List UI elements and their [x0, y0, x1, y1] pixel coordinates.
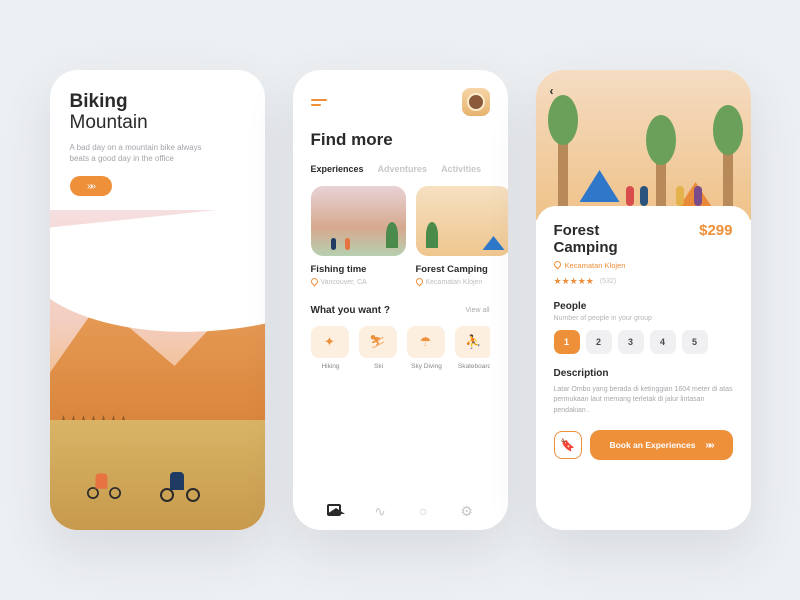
ski-icon: ⛷: [369, 334, 386, 350]
nav-activity[interactable]: ∿: [374, 503, 386, 520]
continue-button[interactable]: »»: [70, 176, 112, 196]
screen-home: Find more Experiences Adventures Activit…: [293, 70, 508, 530]
category-skateboard[interactable]: ⛹ Skateboard: [455, 326, 490, 370]
card-location: Vancouver, CA: [311, 278, 406, 287]
pin-icon: [311, 278, 318, 287]
rating: ★★★★★ (532): [554, 276, 733, 287]
skateboard-icon: ⛹: [465, 334, 481, 350]
book-button[interactable]: Book an Experiences »»: [590, 430, 733, 460]
nav-home[interactable]: [327, 503, 341, 520]
people-heading: People: [554, 301, 733, 312]
section-heading: What you want ?: [311, 305, 390, 316]
card-title: Forest Camping: [416, 264, 508, 275]
view-all-link[interactable]: View all: [466, 307, 490, 314]
tab-adventures[interactable]: Adventures: [378, 164, 428, 174]
nav-search[interactable]: ○: [419, 503, 427, 520]
people-subheading: Number of people in your group: [554, 315, 733, 322]
hiking-icon: ✦: [324, 334, 335, 350]
chevrons-right-icon: »»: [705, 440, 712, 451]
page-title: Find more: [311, 130, 490, 150]
tab-experiences[interactable]: Experiences: [311, 164, 364, 174]
biking-illustration: [50, 210, 265, 530]
home-icon: [327, 504, 341, 516]
price: $299: [699, 222, 732, 239]
chevrons-right-icon: »»: [87, 181, 94, 192]
pin-icon: [554, 261, 561, 270]
tab-activities[interactable]: Activities: [441, 164, 481, 174]
people-option-1[interactable]: 1: [554, 330, 580, 354]
detail-hero-illustration: ‹: [536, 70, 751, 220]
pin-icon: [416, 278, 423, 287]
people-option-2[interactable]: 2: [586, 330, 612, 354]
card-title: Fishing time: [311, 264, 406, 275]
category-hiking[interactable]: ✦ Hiking: [311, 326, 351, 370]
category-ski[interactable]: ⛷ Ski: [359, 326, 399, 370]
nav-settings[interactable]: ⚙: [460, 503, 473, 520]
people-option-4[interactable]: 4: [650, 330, 676, 354]
experience-card[interactable]: Fishing time Vancouver, CA: [311, 186, 406, 287]
description-text: Latar Ombo yang berada di ketinggian 160…: [554, 385, 733, 417]
detail-title: Forest Camping: [554, 222, 664, 257]
hero-title: Biking Mountain: [70, 92, 245, 134]
chevron-left-icon: ‹: [550, 84, 554, 98]
description-heading: Description: [554, 368, 733, 379]
screen-detail: ‹ Forest Camping $299 Kecamatan Klojen ★…: [536, 70, 751, 530]
card-illustration: [416, 186, 508, 256]
card-location: Kecamatan Klojen: [416, 278, 508, 287]
screen-onboarding: Biking Mountain A bad day on a mountain …: [50, 70, 265, 530]
category-tabs: Experiences Adventures Activities: [311, 164, 490, 174]
category-sky-diving[interactable]: ☂ Sky Diving: [407, 326, 447, 370]
hero-subtitle: A bad day on a mountain bike always beat…: [70, 142, 210, 164]
parachute-icon: ☂: [420, 334, 432, 350]
bookmark-button[interactable]: 🔖: [554, 431, 582, 459]
people-option-5[interactable]: 5: [682, 330, 708, 354]
avatar[interactable]: [462, 88, 490, 116]
experience-card[interactable]: Forest Camping Kecamatan Klojen: [416, 186, 508, 287]
people-option-3[interactable]: 3: [618, 330, 644, 354]
menu-icon[interactable]: [311, 99, 327, 106]
bookmark-icon: 🔖: [560, 438, 575, 452]
back-button[interactable]: ‹: [550, 84, 554, 98]
people-selector: 1 2 3 4 5: [554, 330, 733, 354]
bottom-nav: ∿ ○ ⚙: [311, 503, 490, 520]
star-icon: ★★★★★: [554, 276, 594, 287]
detail-location: Kecamatan Klojen: [554, 261, 733, 270]
card-illustration: [311, 186, 406, 256]
